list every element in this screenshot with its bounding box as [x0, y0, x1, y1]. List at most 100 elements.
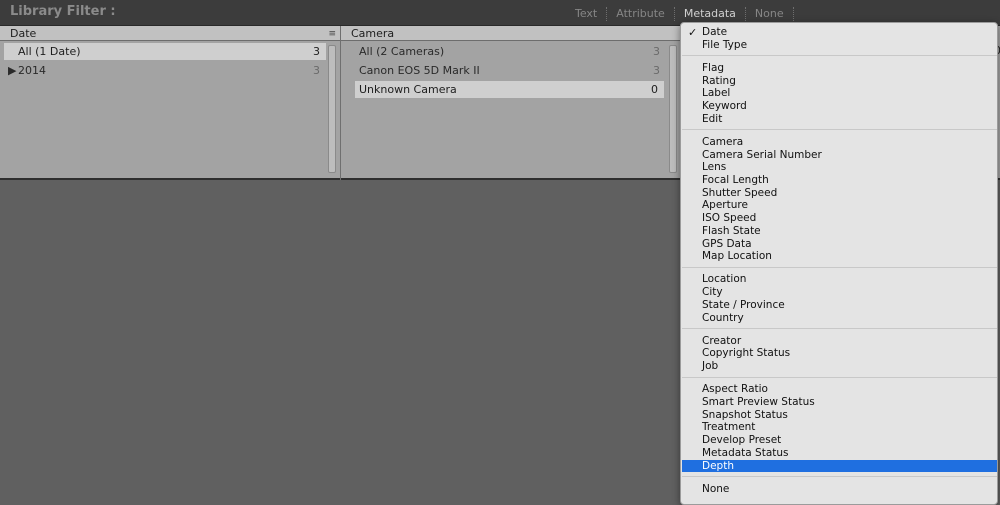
menu-item-gps-data[interactable]: GPS Data [682, 238, 997, 251]
menu-item-city[interactable]: City [682, 286, 997, 299]
menu-divider [682, 266, 997, 268]
menu-item-flash-state[interactable]: Flash State [682, 225, 997, 238]
menu-item-label: GPS Data [702, 237, 752, 250]
menu-item-label: Aperture [702, 199, 748, 212]
menu-item-label: Lens [702, 161, 727, 174]
menu-item-label: Flag [702, 61, 725, 74]
row-count: 3 [653, 64, 660, 77]
camera-column-header[interactable]: Camera [341, 26, 680, 41]
menu-item-job[interactable]: Job [682, 360, 997, 373]
row-count: 3 [313, 64, 320, 77]
menu-item-depth[interactable]: Depth [682, 459, 997, 472]
date-column-title: Date [10, 27, 37, 40]
menu-item-map-location[interactable]: Map Location [682, 250, 997, 263]
menu-item-label: Treatment [702, 421, 756, 434]
menu-divider [682, 328, 997, 330]
menu-item-label: Map Location [702, 250, 772, 263]
menu-item-camera-serial-number[interactable]: Camera Serial Number [682, 149, 997, 162]
menu-item-shutter-speed[interactable]: Shutter Speed [682, 187, 997, 200]
menu-item-rating[interactable]: Rating [682, 75, 997, 88]
menu-item-keyword[interactable]: Keyword [682, 100, 997, 113]
menu-item-treatment[interactable]: Treatment [682, 421, 997, 434]
menu-item-label: Shutter Speed [702, 186, 778, 199]
camera-row-unknown[interactable]: Unknown Camera 0 [355, 81, 664, 98]
tab-attribute[interactable]: Attribute [607, 7, 674, 21]
row-count: 3 [653, 45, 660, 58]
menu-item-label: Location [702, 273, 747, 286]
menu-item-label: Aspect Ratio [702, 383, 768, 396]
menu-item-label: Develop Preset [702, 434, 782, 447]
menu-item-metadata-status[interactable]: Metadata Status [682, 447, 997, 460]
menu-item-label: Edit [702, 112, 723, 125]
menu-item-label: Rating [702, 74, 736, 87]
column-divider[interactable] [340, 26, 341, 180]
menu-item-label: Depth [702, 459, 734, 472]
menu-item-date[interactable]: Date ✓ [682, 26, 997, 39]
menu-divider [682, 55, 997, 57]
menu-item-label[interactable]: Label [682, 87, 997, 100]
menu-item-develop-preset[interactable]: Develop Preset [682, 434, 997, 447]
menu-item-file-type[interactable]: File Type [682, 39, 997, 52]
menu-item-country[interactable]: Country [682, 312, 997, 325]
menu-item-label: Label [702, 87, 731, 100]
row-label: Unknown Camera [359, 83, 457, 96]
row-label: Canon EOS 5D Mark II [359, 64, 480, 77]
menu-item-label: City [702, 286, 723, 299]
menu-item-location[interactable]: Location [682, 273, 997, 286]
menu-item-label: State / Province [702, 298, 785, 311]
menu-item-label: Metadata Status [702, 446, 789, 459]
menu-item-aspect-ratio[interactable]: Aspect Ratio [682, 383, 997, 396]
menu-item-edit[interactable]: Edit [682, 113, 997, 126]
filter-tabs: Text Attribute Metadata None [566, 6, 794, 22]
menu-item-state-province[interactable]: State / Province [682, 299, 997, 312]
library-filter-title: Library Filter : [10, 4, 116, 19]
menu-item-aperture[interactable]: Aperture [682, 199, 997, 212]
menu-item-label: ISO Speed [702, 212, 757, 225]
menu-item-label: Job [702, 360, 719, 373]
menu-item-iso-speed[interactable]: ISO Speed [682, 212, 997, 225]
menu-item-label: Date [702, 26, 728, 38]
date-row-all[interactable]: All (1 Date) 3 [4, 43, 326, 60]
menu-item-flag[interactable]: Flag [682, 62, 997, 75]
row-label: 2014 [18, 64, 46, 77]
camera-column-title: Camera [351, 27, 395, 40]
column-options-icon[interactable]: ≡ [328, 27, 336, 42]
menu-item-snapshot-status[interactable]: Snapshot Status [682, 409, 997, 422]
camera-row-canon[interactable]: Canon EOS 5D Mark II 3 [351, 62, 666, 79]
menu-item-label: Camera Serial Number [702, 148, 822, 161]
row-count: 0 [651, 83, 658, 96]
menu-divider [682, 476, 997, 478]
menu-item-label: Keyword [702, 100, 747, 112]
menu-item-label: Creator [702, 334, 742, 347]
menu-item-label: Smart Preview Status [702, 396, 815, 408]
menu-item-creator[interactable]: Creator [682, 335, 997, 348]
menu-item-label: None [702, 482, 730, 495]
row-count: 3 [313, 45, 320, 58]
menu-item-label: Snapshot Status [702, 408, 788, 421]
date-column-header[interactable]: Date ≡ [0, 26, 340, 41]
column-type-dropdown-menu: Date ✓ File Type Flag Rating Label Keyword Edit… [680, 22, 998, 505]
date-row-2014[interactable]: ▶ 2014 3 [4, 62, 326, 79]
date-column-scrollbar[interactable] [328, 45, 336, 173]
menu-divider [682, 129, 997, 131]
menu-item-label: Focal Length [702, 174, 769, 186]
tab-metadata[interactable]: Metadata [675, 7, 745, 21]
checkmark-icon: ✓ [688, 26, 698, 39]
menu-item-label: Flash State [702, 224, 761, 237]
menu-item-label: Copyright Status [702, 347, 791, 360]
menu-item-none[interactable]: None [682, 483, 997, 496]
menu-item-copyright-status[interactable]: Copyright Status [682, 347, 997, 360]
camera-column-scrollbar[interactable] [669, 45, 677, 173]
menu-item-camera[interactable]: Camera [682, 136, 997, 149]
camera-row-all[interactable]: All (2 Cameras) 3 [351, 43, 666, 60]
menu-item-smart-preview-status[interactable]: Smart Preview Status [682, 396, 997, 409]
menu-item-lens[interactable]: Lens [682, 161, 997, 174]
menu-divider [682, 376, 997, 378]
menu-item-label: File Type [702, 38, 748, 51]
tab-none[interactable]: None [746, 7, 793, 21]
menu-item-label: Camera [702, 135, 744, 148]
disclosure-triangle-icon[interactable]: ▶ [8, 62, 16, 79]
menu-item-focal-length[interactable]: Focal Length [682, 174, 997, 187]
tab-text[interactable]: Text [566, 7, 606, 21]
tab-divider [792, 7, 794, 21]
